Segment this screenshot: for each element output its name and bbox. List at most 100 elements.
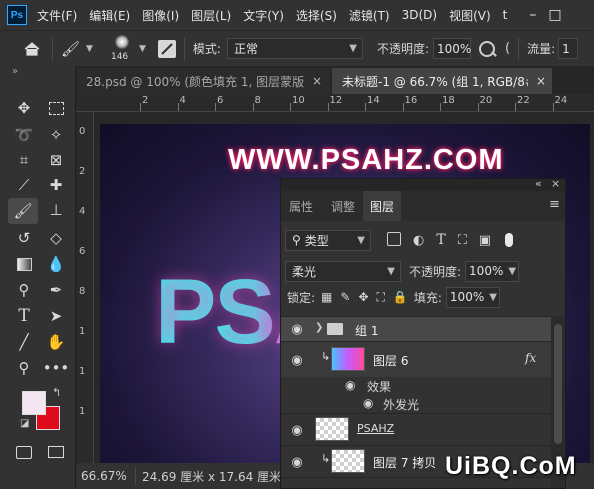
menu-filter[interactable]: 滤镜(T)	[349, 7, 390, 24]
gradient-tool-icon[interactable]	[12, 252, 36, 276]
history-brush-tool-icon[interactable]: ↺	[12, 226, 36, 250]
layer-row-layer-6[interactable]: ◉ ↳ 图层 6 fx	[281, 341, 551, 377]
path-selection-tool-icon[interactable]: ➤	[44, 304, 68, 328]
lock-image-icon[interactable]: ✎	[340, 290, 350, 304]
menu-layer[interactable]: 图层(L)	[191, 7, 231, 24]
filter-toggle-icon[interactable]	[505, 233, 514, 247]
quick-mask-icon[interactable]	[12, 440, 36, 464]
lock-all-icon[interactable]: 🔒	[393, 290, 408, 304]
panel-collapse-icon[interactable]: «	[535, 179, 542, 190]
crop-tool-icon[interactable]: ⌗	[12, 148, 36, 172]
ruler-tick-label: 14	[367, 95, 380, 106]
marquee-tool-icon[interactable]	[44, 96, 68, 120]
panel-menu-icon[interactable]: ≡	[549, 197, 560, 212]
status-separator	[135, 468, 136, 484]
menu-type[interactable]: 文字(Y)	[243, 7, 284, 24]
smart-object-filter-icon[interactable]: ▣	[479, 233, 491, 248]
menu-image[interactable]: 图像(I)	[142, 7, 179, 24]
ruler-tick-label: 1	[79, 406, 86, 417]
airbrush-icon[interactable]: (	[505, 41, 510, 56]
visibility-eye-icon[interactable]: ◉	[289, 352, 305, 368]
eraser-tool-icon[interactable]: ◇	[44, 226, 68, 250]
fill-field[interactable]: 100% ▼	[445, 286, 500, 308]
layer-row-group-1[interactable]: ◉ ❯ 组 1	[281, 316, 551, 341]
chevron-down-icon[interactable]: ▼	[139, 44, 146, 54]
menu-truncated[interactable]: t	[503, 8, 508, 22]
panel-close-icon[interactable]: ×	[551, 179, 560, 190]
shape-filter-icon[interactable]: ⛶	[458, 233, 467, 248]
lock-position-icon[interactable]: ✥	[358, 290, 368, 304]
visibility-eye-icon[interactable]: ◉	[363, 396, 373, 410]
mode-dropdown[interactable]: 正常 ▼	[226, 38, 363, 59]
swap-colors-icon[interactable]: ↰	[52, 386, 61, 399]
brush-preset-picker[interactable]: 146	[107, 33, 137, 65]
layer-thumbnail	[331, 449, 365, 473]
lasso-tool-icon[interactable]: ➰	[12, 123, 36, 147]
menu-file[interactable]: 文件(F)	[37, 7, 77, 24]
type-filter-icon[interactable]: T	[436, 232, 445, 248]
close-icon[interactable]: ×	[536, 74, 546, 88]
layers-scrollbar-thumb[interactable]	[554, 324, 562, 444]
minimize-button[interactable]: –	[529, 7, 536, 23]
chevron-down-icon[interactable]: ▼	[86, 44, 93, 54]
opacity-field[interactable]: 100%	[432, 38, 472, 59]
tab-title: 28.psd @ 100% (颜色填充 1, 图层蒙版/...	[86, 74, 304, 89]
brush-tool-icon[interactable]: 🖌	[8, 198, 38, 224]
ruler-tick-label: 20	[479, 95, 493, 106]
ruler-tick-mark	[215, 103, 216, 111]
tab-adjustments[interactable]: 调整	[323, 193, 363, 219]
effects-row[interactable]: ◉ 效果	[281, 377, 551, 395]
pixel-filter-icon[interactable]	[387, 231, 401, 249]
move-tool-icon[interactable]: ✥	[12, 96, 36, 120]
stamp-tool-icon[interactable]: ⊥	[44, 198, 68, 222]
pressure-opacity-icon[interactable]	[478, 40, 497, 57]
more-tools-icon[interactable]: •••	[43, 356, 70, 380]
chevron-right-icon[interactable]: ❯	[315, 322, 323, 333]
fx-badge[interactable]: fx	[525, 351, 536, 365]
visibility-eye-icon[interactable]: ◉	[289, 454, 305, 470]
pen-tool-icon[interactable]: ✒	[44, 278, 68, 302]
visibility-eye-icon[interactable]: ◉	[345, 378, 355, 392]
menu-3d[interactable]: 3D(D)	[402, 8, 437, 22]
outer-glow-effect-row[interactable]: ◉ 外发光	[281, 395, 551, 413]
screen-mode-icon[interactable]	[44, 440, 68, 464]
blend-mode-dropdown[interactable]: 柔光 ▼	[285, 260, 401, 282]
close-icon[interactable]: ×	[312, 74, 322, 88]
tab-28-psd[interactable]: 28.psd @ 100% (颜色填充 1, 图层蒙版/... ×	[76, 68, 330, 94]
zoom-tool-icon[interactable]: ⚲	[12, 356, 36, 380]
eyedropper-tool-icon[interactable]: ⟋	[12, 173, 36, 197]
tab-layers[interactable]: 图层	[363, 191, 401, 221]
brush-tool-icon[interactable]: 🖌	[61, 40, 80, 58]
magic-wand-tool-icon[interactable]: ✧	[44, 123, 68, 147]
flow-field[interactable]: 1	[558, 38, 579, 59]
frame-tool-icon[interactable]: ⊠	[44, 148, 68, 172]
dodge-tool-icon[interactable]: ⚲	[12, 278, 36, 302]
adjustment-filter-icon[interactable]: ◐	[413, 233, 424, 248]
brush-settings-icon[interactable]	[157, 39, 176, 58]
filter-kind-dropdown[interactable]: ⚲ 类型 ▼	[285, 229, 371, 251]
menu-view[interactable]: 视图(V)	[449, 7, 491, 24]
tab-properties[interactable]: 属性	[281, 193, 321, 219]
menu-select[interactable]: 选择(S)	[296, 7, 337, 24]
visibility-eye-icon[interactable]: ◉	[289, 321, 305, 337]
maximize-button[interactable]: □	[548, 7, 561, 23]
foreground-color-swatch[interactable]	[22, 391, 46, 415]
tab-label: 图层	[369, 199, 394, 214]
lock-transparent-icon[interactable]: ▦	[321, 290, 332, 304]
home-icon[interactable]	[20, 38, 44, 60]
visibility-eye-icon[interactable]: ◉	[289, 422, 305, 438]
lock-artboard-icon[interactable]: ⛶	[377, 290, 385, 305]
healing-brush-tool-icon[interactable]: ✚	[44, 173, 68, 197]
tab-untitled-1[interactable]: 未标题-1 @ 66.7% (组 1, RGB/8#) * ×	[332, 68, 552, 94]
hand-tool-icon[interactable]: ✋	[44, 330, 68, 354]
layer-row-psahz[interactable]: ◉ PSAHZ	[281, 413, 551, 445]
line-tool-icon[interactable]: ╱	[12, 330, 36, 354]
toolbar-collapse-icon[interactable]: »	[12, 66, 18, 77]
zoom-level[interactable]: 66.67%	[81, 469, 129, 483]
menu-edit[interactable]: 编辑(E)	[89, 7, 130, 24]
type-tool-icon[interactable]: T	[12, 304, 36, 328]
opacity-value: 100%	[436, 41, 472, 56]
default-colors-icon[interactable]: ◪	[20, 418, 29, 429]
blur-tool-icon[interactable]: 💧	[44, 252, 68, 276]
layer-opacity-field[interactable]: 100% ▼	[465, 260, 520, 282]
